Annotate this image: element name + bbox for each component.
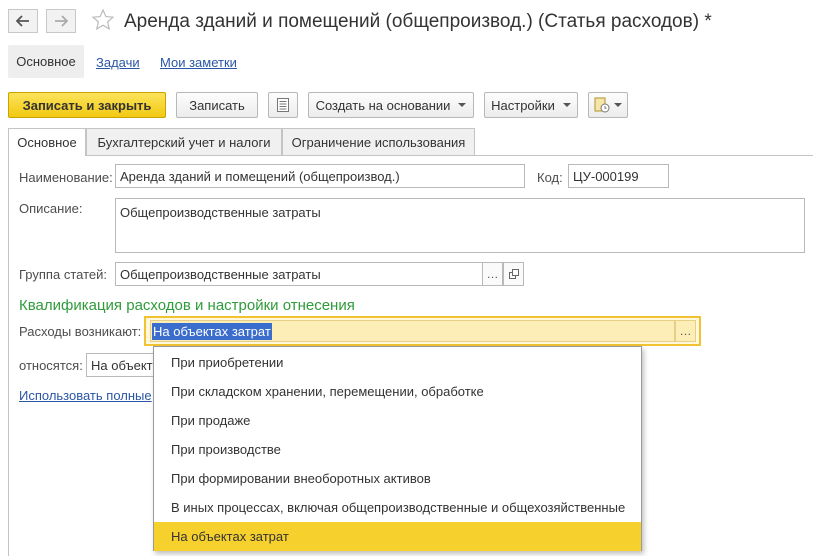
forward-button[interactable] <box>46 9 76 33</box>
group-select-button[interactable]: … <box>482 262 503 286</box>
expenses-select-button[interactable]: … <box>675 320 696 342</box>
back-button[interactable] <box>8 9 38 33</box>
tab-restrictions[interactable]: Ограничение использования <box>282 128 475 155</box>
name-field[interactable]: Аренда зданий и помещений (общепроизвод.… <box>115 164 525 188</box>
section-main[interactable]: Основное <box>8 45 84 78</box>
settings-button[interactable]: Настройки <box>484 92 578 118</box>
section-notes-link[interactable]: Мои заметки <box>160 55 237 70</box>
section-title: Квалификация расходов и настройки отнесе… <box>19 297 355 314</box>
group-open-button[interactable] <box>503 262 524 286</box>
document-clock-icon <box>594 97 610 113</box>
full-list-link[interactable]: Использовать полные <box>19 388 152 403</box>
group-label: Группа статей: <box>19 267 107 282</box>
section-tasks-link[interactable]: Задачи <box>96 55 140 70</box>
list-document-icon <box>277 98 289 112</box>
save-button[interactable]: Записать <box>176 92 258 118</box>
report-button[interactable] <box>268 92 298 118</box>
tab-main[interactable]: Основное <box>8 128 86 156</box>
create-based-on-button[interactable]: Создать на основании <box>308 92 474 118</box>
expenses-dropdown: При приобретении При складском хранении,… <box>153 346 642 551</box>
name-label: Наименование: <box>19 170 113 185</box>
dropdown-item[interactable]: При производстве <box>154 435 641 464</box>
chevron-down-icon <box>458 103 467 107</box>
print-menu-button[interactable] <box>588 92 628 118</box>
code-label: Код: <box>537 170 563 185</box>
tab-divider <box>8 155 813 156</box>
page-title: Аренда зданий и помещений (общепроизвод.… <box>124 11 712 32</box>
description-label: Описание: <box>19 201 83 216</box>
arrow-left-icon <box>16 15 29 27</box>
create-based-on-label: Создать на основании <box>315 97 451 113</box>
expenses-label: Расходы возникают: <box>19 324 142 339</box>
open-window-icon <box>508 269 519 279</box>
chevron-down-icon <box>614 103 622 107</box>
dropdown-item[interactable]: В иных процессах, включая общепроизводст… <box>154 493 641 522</box>
code-field[interactable]: ЦУ-000199 <box>568 164 669 188</box>
arrow-right-icon <box>55 15 68 27</box>
relate-label: относятся: <box>19 358 83 373</box>
dropdown-item[interactable]: При складском хранении, перемещении, обр… <box>154 377 641 406</box>
dropdown-item-selected[interactable]: На объектах затрат <box>154 522 641 551</box>
chevron-down-icon <box>562 103 571 107</box>
group-field[interactable]: Общепроизводственные затраты <box>115 262 483 286</box>
dropdown-item[interactable]: При формировании внеоборотных активов <box>154 464 641 493</box>
tab-panel-border <box>8 155 9 556</box>
expenses-field-value: На объектах затрат <box>152 323 272 340</box>
dropdown-item[interactable]: При продаже <box>154 406 641 435</box>
save-and-close-button[interactable]: Записать и закрыть <box>8 92 166 118</box>
tab-accounting[interactable]: Бухгалтерский учет и налоги <box>86 128 282 155</box>
settings-label: Настройки <box>491 97 555 113</box>
star-icon[interactable] <box>91 8 115 32</box>
description-field[interactable]: Общепроизводственные затраты <box>115 198 805 253</box>
dropdown-item[interactable]: При приобретении <box>154 348 641 377</box>
